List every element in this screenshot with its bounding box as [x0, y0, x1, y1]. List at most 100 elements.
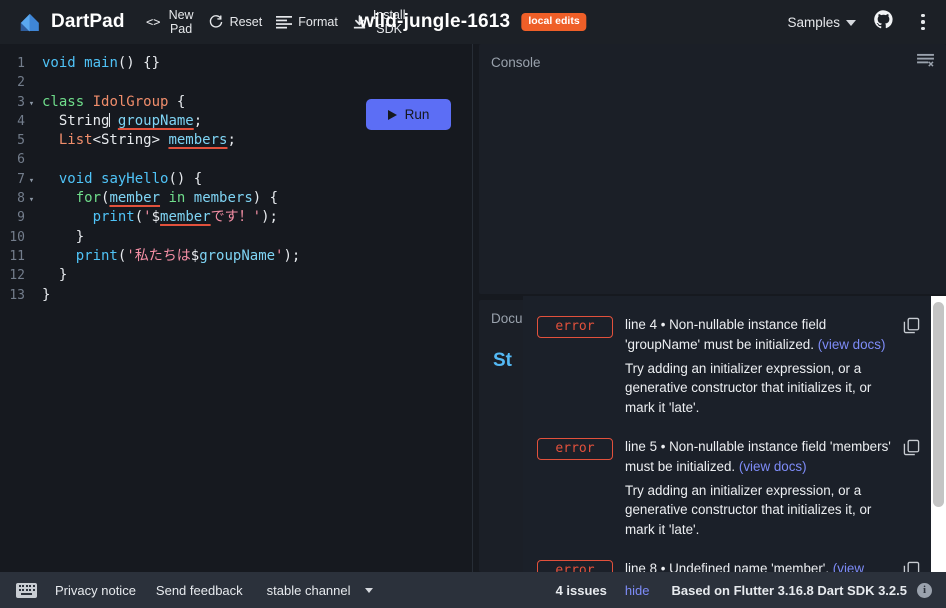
send-feedback-link[interactable]: Send feedback [146, 583, 253, 598]
issue-message: line 5 • Non-nullable instance field 'me… [625, 437, 891, 477]
issue-suggestion: Try adding an initializer expression, or… [625, 482, 872, 538]
issue-item[interactable]: error line 8 • Undefined name 'member'. (… [523, 550, 931, 572]
brand: DartPad [16, 9, 125, 35]
kebab-menu-icon [921, 13, 925, 31]
code-text: void main() {} [42, 55, 161, 71]
code-text: class IdolGroup { [42, 93, 186, 110]
code-line[interactable]: 13} [0, 286, 472, 305]
main-area: 1 void main() {} 2 3 ▾ class IdolGroup {4 Str… [0, 44, 946, 572]
copy-icon[interactable] [903, 317, 921, 335]
line-number: 5 [17, 133, 25, 149]
new-pad-button[interactable]: <> New Pad [139, 5, 201, 40]
new-pad-label: New Pad [168, 7, 194, 36]
samples-label: Samples [787, 14, 840, 30]
chevron-down-icon [846, 20, 856, 26]
samples-dropdown[interactable]: Samples [787, 15, 856, 30]
channel-dropdown[interactable]: stable channel [267, 583, 373, 598]
code-text: } [42, 286, 51, 303]
code-line[interactable]: 5 List<String> members; [0, 131, 472, 150]
local-edits-badge: local edits [521, 13, 587, 31]
pad-name[interactable]: wild-jungle-1613 [359, 11, 510, 33]
run-label: Run [404, 107, 430, 122]
sdk-version-text: Based on Flutter 3.16.8 Dart SDK 3.2.5 [671, 582, 907, 598]
console-header: Console [479, 44, 946, 80]
line-number: 10 [9, 229, 25, 245]
line-number: 4 [17, 113, 25, 129]
dartpad-app: DartPad <> New Pad Reset Format Install … [0, 0, 946, 608]
issues-panel: error line 4 • Non-nullable instance fiel… [523, 296, 946, 572]
view-docs-link[interactable]: (view docs) [739, 459, 807, 474]
code-editor-pane[interactable]: 1 void main() {} 2 3 ▾ class IdolGroup {4 Str… [0, 44, 472, 572]
code-line[interactable]: 9 print('$memberです！'); [0, 208, 472, 227]
issues-scrollbar-thumb[interactable] [933, 302, 944, 507]
code-text: } [75, 228, 85, 245]
overflow-menu-button[interactable] [910, 9, 936, 35]
console-panel: Console [479, 44, 946, 294]
issue-severity-badge: error [537, 316, 613, 338]
issues-scrollbar[interactable] [931, 296, 946, 572]
privacy-notice-link[interactable]: Privacy notice [45, 583, 146, 598]
copy-icon[interactable] [903, 439, 921, 457]
issues-count[interactable]: 4 issues [556, 583, 625, 598]
github-button[interactable] [870, 9, 896, 35]
format-button[interactable]: Format [269, 12, 345, 32]
svg-text:<>: <> [146, 15, 160, 29]
code-text: for(member in members) { [75, 190, 279, 207]
reset-button[interactable]: Reset [201, 11, 270, 33]
reset-label: Reset [229, 14, 263, 29]
console-output [479, 80, 946, 294]
line-number: 13 [9, 287, 25, 303]
issue-item[interactable]: error line 5 • Non-nullable instance fiel… [523, 428, 931, 550]
code-line[interactable]: 12 } [0, 266, 472, 285]
issue-body: line 5 • Non-nullable instance field 'me… [625, 437, 891, 540]
copy-icon[interactable] [903, 561, 921, 572]
keyboard-icon[interactable] [16, 582, 37, 598]
code-text: print('$memberです！'); [92, 209, 278, 226]
app-header: DartPad <> New Pad Reset Format Install … [0, 0, 946, 44]
info-icon[interactable]: i [917, 582, 932, 598]
code-line[interactable]: 2 [0, 73, 472, 92]
line-number: 6 [17, 152, 25, 168]
fold-arrow-icon[interactable]: ▾ [25, 95, 38, 114]
code-line[interactable]: 7 ▾ void sayHello() { [0, 170, 472, 189]
issue-message: line 4 • Non-nullable instance field 'gr… [625, 315, 891, 355]
line-number: 3 [17, 94, 25, 110]
code-text: String groupName; [58, 112, 203, 129]
issue-location: line 4 • Non-nullable instance field 'gr… [625, 317, 827, 352]
code-line[interactable]: 11 print('私たちは$groupName'); [0, 247, 472, 266]
line-number: 8 [17, 191, 25, 207]
fold-arrow-icon[interactable]: ▾ [25, 191, 38, 210]
dart-logo-icon [16, 9, 42, 35]
issue-body: line 8 • Undefined name 'member'. (view … [625, 559, 891, 572]
play-triangle-icon [387, 109, 397, 120]
pad-title-group: wild-jungle-1613 local edits [359, 11, 587, 33]
pane-splitter[interactable] [472, 44, 479, 572]
code-line[interactable]: 1 void main() {} [0, 54, 472, 73]
code-text: List<String> members; [58, 132, 236, 149]
console-title: Console [491, 54, 541, 70]
line-number: 7 [17, 171, 25, 187]
refresh-icon [208, 14, 224, 30]
format-lines-icon [276, 15, 293, 29]
issue-location: line 8 • Undefined name 'member'. [625, 560, 833, 572]
issues-list: error line 4 • Non-nullable instance fiel… [523, 296, 931, 572]
clear-console-icon[interactable] [917, 53, 934, 71]
issue-suggestion: Try adding an initializer expression, or… [625, 360, 872, 416]
line-number: 2 [17, 75, 25, 91]
line-number: 12 [9, 268, 25, 284]
code-line[interactable]: 6 [0, 150, 472, 169]
run-button[interactable]: Run [366, 99, 451, 130]
fold-arrow-icon[interactable]: ▾ [25, 172, 38, 191]
chevron-down-icon [364, 587, 373, 593]
issue-item[interactable]: error line 4 • Non-nullable instance fiel… [523, 306, 931, 428]
code-line[interactable]: 10 } [0, 228, 472, 247]
line-number: 1 [17, 56, 25, 71]
view-docs-link[interactable]: (view docs) [818, 337, 886, 352]
app-title: DartPad [51, 11, 125, 32]
header-right: Samples [787, 9, 936, 35]
code-line[interactable]: 8 ▾ for(member in members) { [0, 189, 472, 208]
line-number: 9 [17, 210, 25, 226]
hide-issues-link[interactable]: hide [625, 583, 672, 598]
issue-severity-badge: error [537, 559, 613, 572]
code-text: print('私たちは$groupName'); [75, 247, 301, 264]
